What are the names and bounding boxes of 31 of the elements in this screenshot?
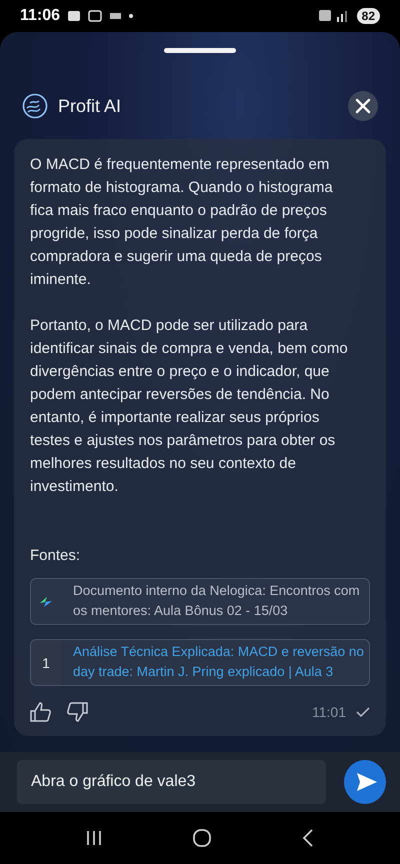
source-number: 1 — [31, 640, 61, 685]
send-icon — [356, 772, 378, 792]
logo-icon — [22, 93, 48, 119]
thumbs-down-icon[interactable] — [66, 702, 88, 722]
sources-label: Fontes: — [30, 547, 82, 564]
check-icon — [356, 707, 370, 717]
recent-apps-icon[interactable] — [84, 829, 103, 847]
back-icon[interactable] — [301, 828, 316, 848]
status-time: 11:06 — [20, 7, 60, 25]
message-time: 11:01 — [312, 704, 346, 720]
lightning-icon — [38, 594, 54, 608]
message-paragraph: Portanto, o MACD pode ser utilizado para identificar sinais de compra e venda, bem como divergências entre o preço e o indicador, que podem antecipar reversões de tendência. No entanto, é importante realizar seus próprios testes e ajustes nos parâmetros para obter os melhores resultados no seu contexto de investimento. — [30, 316, 349, 497]
thumbs-up-icon[interactable] — [30, 702, 52, 722]
message-input[interactable]: Abra o gráfico de vale3 — [17, 760, 326, 804]
assistant-title: Profit AI — [58, 96, 122, 116]
dot-icon — [129, 14, 134, 18]
close-button[interactable] — [348, 91, 378, 121]
signal-icon — [318, 9, 349, 23]
message-paragraph: O MACD é frequentemente representado em formato de histograma. Quando o histograma fica mais fraco enquanto o padrão de preços progride, isso pode sinalizar perda de força compradora e sugerir uma queda de preços iminente. — [30, 155, 334, 290]
source-title: Documento interno da Nelogica: Encontros com os mentores: Aula Bônus 02 - 15/03 — [72, 582, 361, 620]
source-card[interactable]: Documento interno da Nelogica: Encontros com os mentores: Aula Bônus 02 - 15/03 — [30, 578, 370, 625]
battery-badge: 82 — [356, 8, 380, 24]
close-icon — [355, 98, 371, 114]
app-notification-icon — [110, 13, 122, 19]
screenshot-icon — [88, 10, 102, 22]
send-button[interactable] — [344, 760, 386, 804]
app-notification-icon — [68, 11, 80, 21]
home-icon[interactable] — [192, 828, 212, 848]
drag-handle[interactable] — [164, 48, 236, 53]
source-title: Análise Técnica Explicada: MACD e reversão no day trade: Martin J. Pring explicado | Aula 3 — [72, 643, 365, 681]
source-card[interactable]: 1 Análise Técnica Explicada: MACD e reversão no day trade: Martin J. Pring explicado | Aula 3 — [30, 639, 370, 686]
